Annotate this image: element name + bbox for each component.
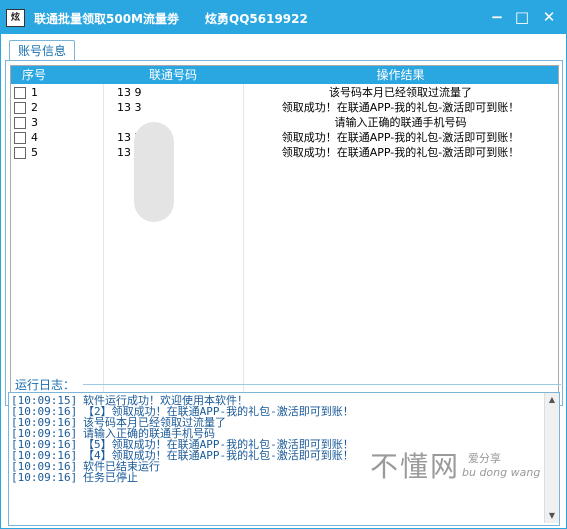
watermark-logo: 不懂网 bbox=[370, 450, 461, 483]
divider bbox=[83, 384, 561, 385]
row-checkbox[interactable] bbox=[14, 132, 26, 144]
close-icon[interactable]: ✕ bbox=[540, 8, 558, 26]
author-label: 炫勇QQ5619922 bbox=[205, 12, 308, 26]
row-index: 2 bbox=[31, 101, 38, 114]
account-table[interactable]: 序号 联通号码 操作结果 1 13 9 该号码本月已经领取过流量了 2 13 3… bbox=[10, 65, 559, 401]
account-panel: 序号 联通号码 操作结果 1 13 9 该号码本月已经领取过流量了 2 13 3… bbox=[5, 60, 563, 406]
row-index: 3 bbox=[31, 116, 38, 129]
app-icon: 炫勇 bbox=[6, 9, 25, 27]
row-checkbox[interactable] bbox=[14, 87, 26, 99]
row-result: 领取成功！在联通APP-我的礼包-激活即可到账！ bbox=[281, 131, 520, 144]
row-result: 请输入正确的联通手机号码 bbox=[334, 116, 467, 129]
row-phone: 13 3 bbox=[117, 101, 142, 114]
row-checkbox[interactable] bbox=[14, 102, 26, 114]
header-index[interactable]: 序号 bbox=[11, 66, 57, 84]
watermark-pinyin: bu dong wang bbox=[462, 466, 541, 479]
minimize-icon[interactable]: − bbox=[488, 8, 506, 26]
tab-account-info[interactable]: 账号信息 bbox=[9, 40, 76, 61]
table-row[interactable]: 1 13 9 该号码本月已经领取过流量了 bbox=[11, 85, 558, 100]
table-row[interactable]: 2 13 3 领取成功！在联通APP-我的礼包-激活即可到账！ bbox=[11, 100, 558, 115]
privacy-blur bbox=[134, 122, 174, 222]
scroll-down-icon[interactable]: ▼ bbox=[547, 511, 557, 521]
log-content: [10:09:15] 软件运行成功！欢迎使用本软件！ [10:09:16] 【2】领… bbox=[11, 395, 541, 521]
row-result: 领取成功！在联通APP-我的礼包-激活即可到账！ bbox=[281, 101, 520, 114]
table-header: 序号 联通号码 操作结果 bbox=[11, 66, 558, 84]
watermark-tagline: 爱分享 bbox=[468, 452, 501, 465]
log-time: [10:09:16] bbox=[11, 471, 78, 484]
log-scrollbar[interactable]: ▲ ▼ bbox=[544, 393, 559, 523]
table-row[interactable]: 5 13 1 领取成功！在联通APP-我的礼包-激活即可到账！ bbox=[11, 145, 558, 160]
maximize-icon[interactable]: □ bbox=[513, 8, 531, 26]
row-phone: 13 9 bbox=[117, 86, 142, 99]
log-message: 任务已停止 bbox=[83, 471, 138, 484]
header-phone[interactable]: 联通号码 bbox=[103, 66, 243, 84]
row-index: 4 bbox=[31, 131, 38, 144]
header-result[interactable]: 操作结果 bbox=[243, 66, 558, 84]
table-row[interactable]: 4 13 2 领取成功！在联通APP-我的礼包-激活即可到账！ bbox=[11, 130, 558, 145]
row-result: 该号码本月已经领取过流量了 bbox=[329, 86, 472, 99]
row-checkbox[interactable] bbox=[14, 147, 26, 159]
window-title: 联通批量领取500M流量劵 bbox=[34, 12, 179, 26]
table-row[interactable]: 3 请输入正确的联通手机号码 bbox=[11, 115, 558, 130]
row-index: 1 bbox=[31, 86, 38, 99]
title-bar: 炫勇 联通批量领取500M流量劵 炫勇QQ5619922 − □ ✕ bbox=[0, 0, 567, 34]
scroll-up-icon[interactable]: ▲ bbox=[547, 395, 557, 405]
row-index: 5 bbox=[31, 146, 38, 159]
row-result: 领取成功！在联通APP-我的礼包-激活即可到账！ bbox=[281, 146, 520, 159]
row-checkbox[interactable] bbox=[14, 117, 26, 129]
log-label: 运行日志： bbox=[15, 378, 76, 392]
